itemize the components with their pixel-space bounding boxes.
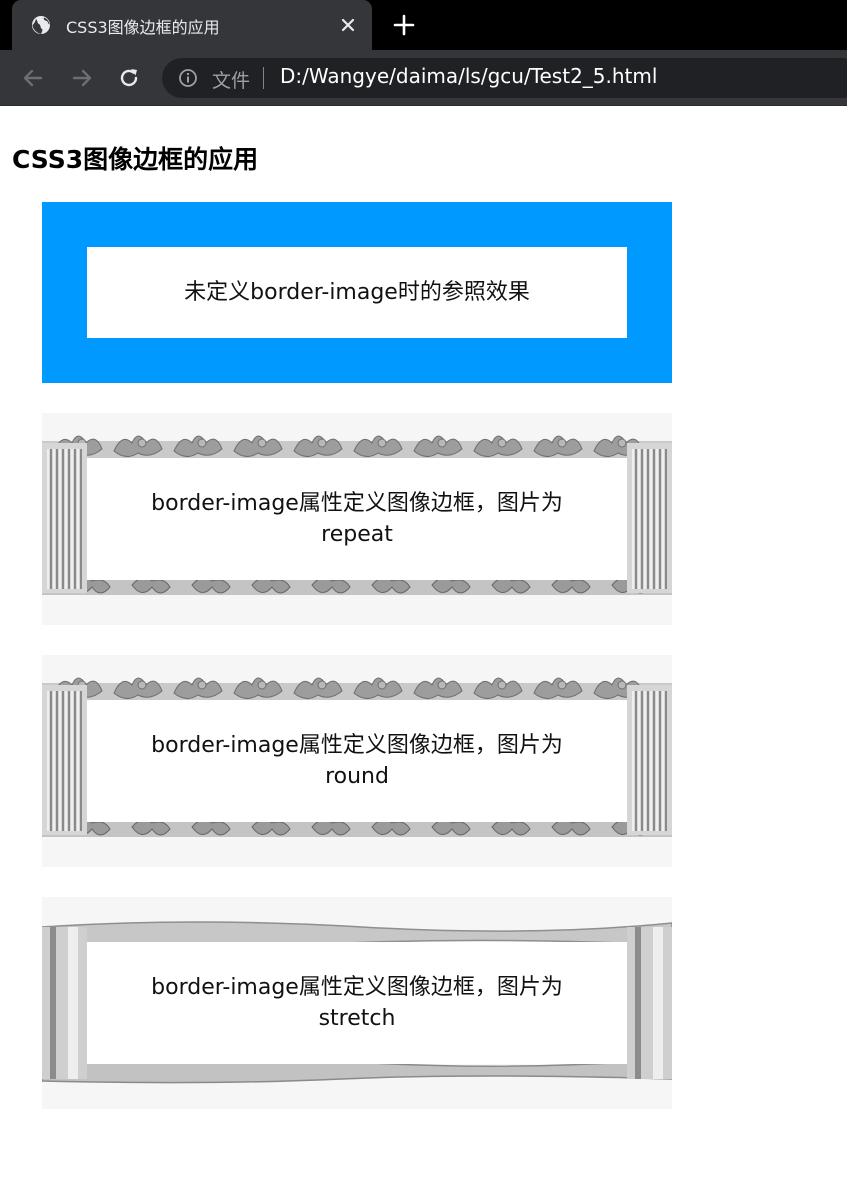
tab-strip: CSS3图像边框的应用 — [0, 0, 847, 50]
active-tab[interactable]: CSS3图像边框的应用 — [12, 0, 372, 50]
omnibox-divider — [263, 67, 264, 89]
back-arrow-icon[interactable] — [21, 66, 45, 90]
url-text[interactable]: D:/Wangye/daima/ls/gcu/Test2_5.html — [280, 64, 657, 88]
page-viewport: CSS3图像边框的应用 未定义border-image时的参照效果 border… — [0, 106, 847, 1183]
reference-box-text: 未定义border-image时的参照效果 — [87, 247, 627, 338]
forward-arrow-icon[interactable] — [70, 66, 94, 90]
stretch-border-box: border-image属性定义图像边框，图片为stretch — [42, 897, 672, 1109]
page-heading: CSS3图像边框的应用 — [12, 145, 259, 174]
stretch-box-text: border-image属性定义图像边框，图片为stretch — [87, 942, 627, 1064]
reload-icon[interactable] — [117, 66, 141, 90]
round-border-box: border-image属性定义图像边框，图片为round — [42, 655, 672, 867]
repeat-box-text: border-image属性定义图像边框，图片为repeat — [87, 458, 627, 580]
info-icon[interactable] — [178, 68, 198, 88]
round-box-text: border-image属性定义图像边框，图片为round — [87, 700, 627, 822]
address-bar[interactable]: 文件 D:/Wangye/daima/ls/gcu/Test2_5.html — [162, 58, 847, 98]
browser-toolbar: 文件 D:/Wangye/daima/ls/gcu/Test2_5.html — [0, 50, 847, 106]
tab-title: CSS3图像边框的应用 — [66, 18, 220, 37]
security-chip-label: 文件 — [212, 70, 251, 92]
reference-box: 未定义border-image时的参照效果 — [42, 202, 672, 383]
close-tab-icon[interactable] — [338, 15, 358, 35]
new-tab-icon[interactable] — [392, 13, 416, 37]
globe-icon — [32, 16, 50, 34]
repeat-border-box: border-image属性定义图像边框，图片为repeat — [42, 413, 672, 625]
